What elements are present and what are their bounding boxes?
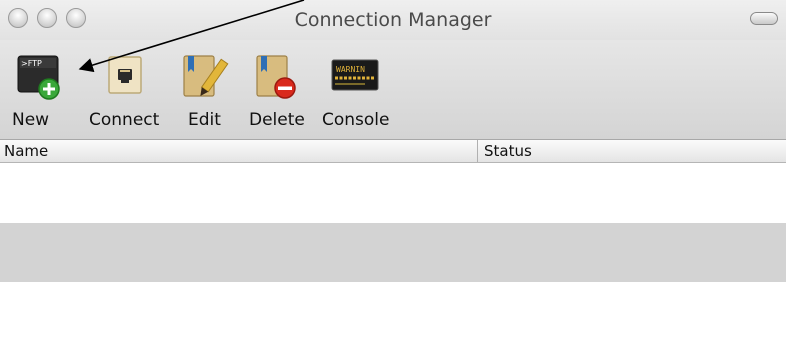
window-title: Connection Manager (294, 9, 492, 31)
svg-text:>FTP: >FTP (21, 59, 42, 68)
column-header-name[interactable]: Name (4, 142, 48, 160)
delete-bookmark-icon (256, 55, 296, 99)
table-row[interactable] (0, 223, 786, 282)
toolbar: >FTP New Connect Edit Delete WARNIN Cons… (0, 40, 786, 140)
edit-button-label: Edit (188, 110, 221, 130)
toolbar-toggle-button[interactable] (750, 12, 778, 25)
new-button[interactable]: >FTP New (10, 40, 70, 139)
console-log-icon: WARNIN (331, 59, 379, 91)
new-ftp-connection-icon: >FTP (17, 55, 60, 100)
console-button-label: Console (322, 110, 390, 130)
column-divider[interactable] (477, 140, 478, 162)
title-bar[interactable]: Connection Manager (0, 0, 786, 40)
edit-button[interactable]: Edit (175, 40, 235, 139)
new-button-label: New (12, 110, 50, 130)
table-header: Name Status (0, 140, 786, 163)
edit-bookmark-icon (183, 55, 229, 97)
connect-button[interactable]: Connect (86, 40, 166, 139)
delete-button-label: Delete (249, 110, 305, 130)
delete-button[interactable]: Delete (246, 40, 316, 139)
console-button[interactable]: WARNIN Console (320, 40, 400, 139)
column-header-status[interactable]: Status (484, 142, 532, 160)
svg-text:WARNIN: WARNIN (336, 65, 365, 74)
connections-list[interactable] (0, 163, 786, 337)
network-jack-icon (108, 56, 142, 94)
connect-button-label: Connect (89, 110, 160, 130)
connection-manager-window: Connection Manager >FTP New Connect Edit… (0, 0, 786, 337)
